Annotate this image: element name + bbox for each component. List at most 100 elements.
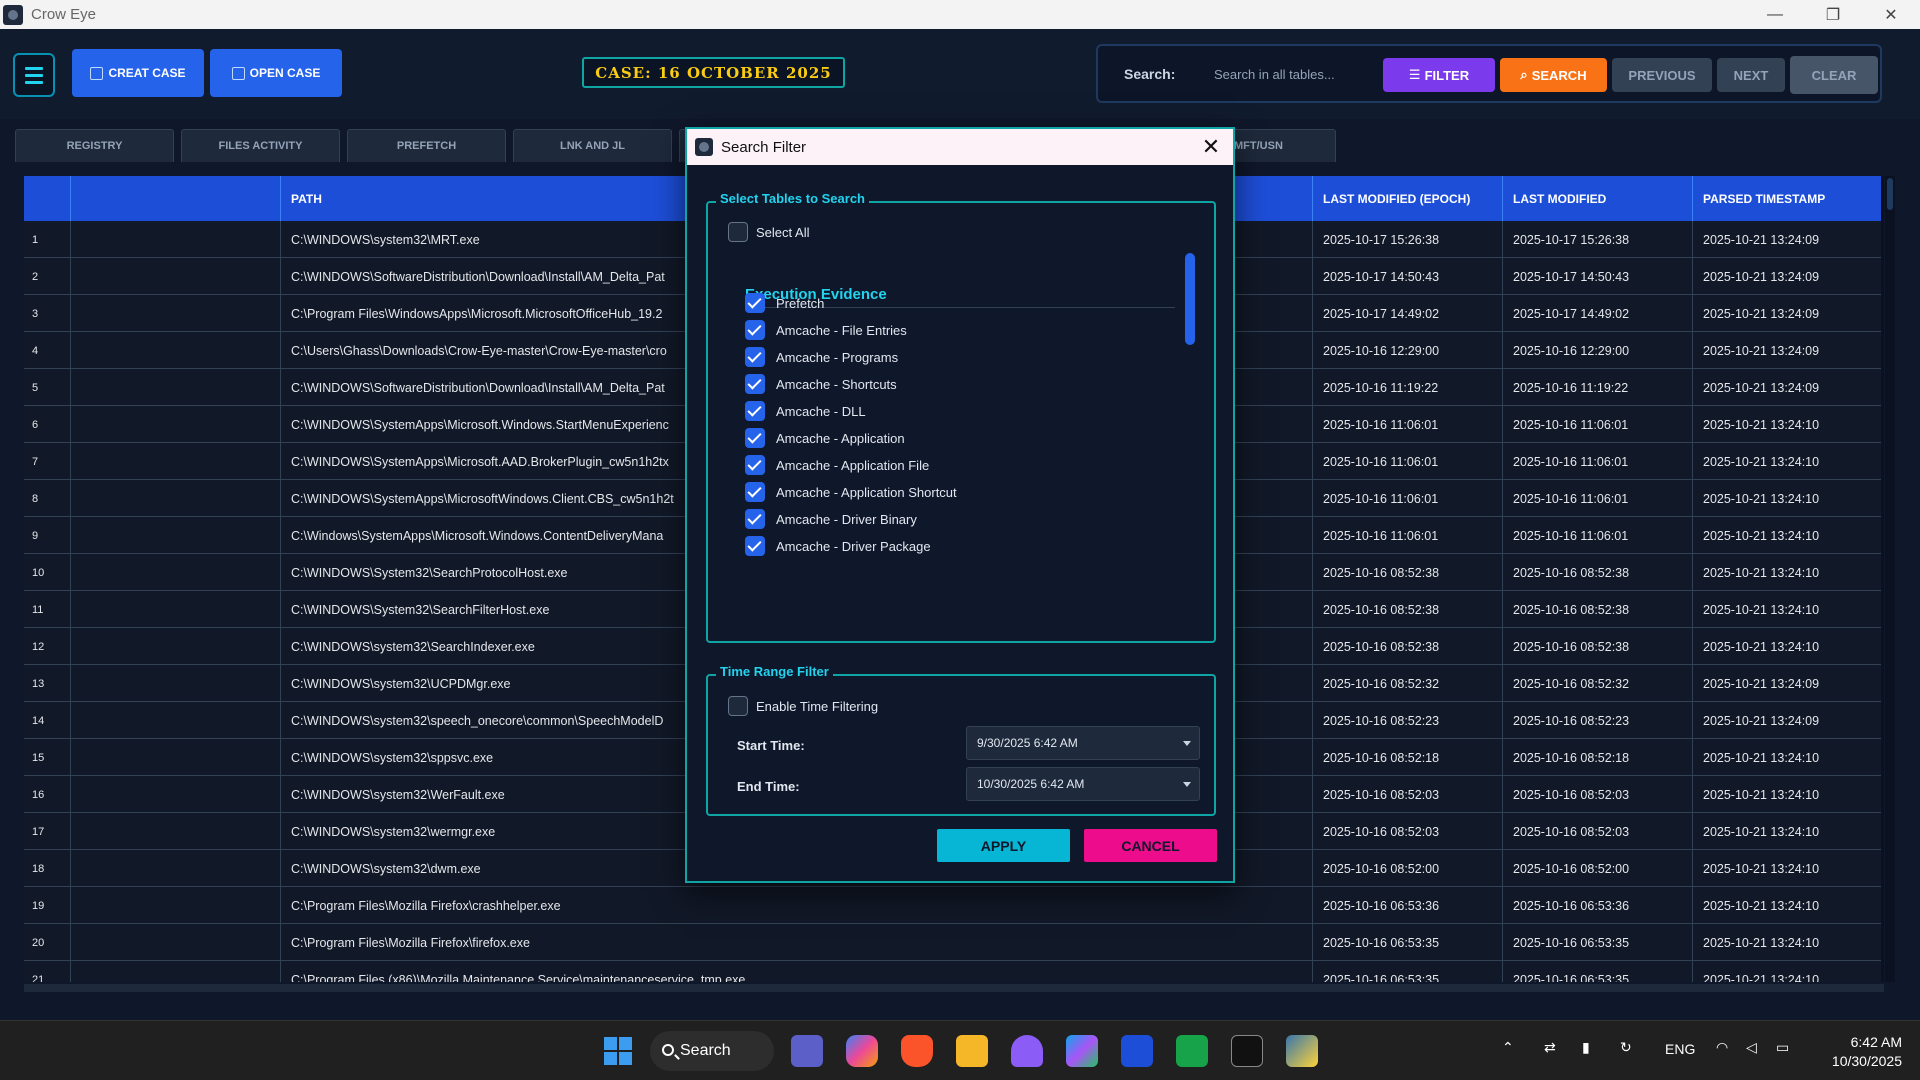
table-row[interactable]: 20 C:\Program Files\Mozilla Firefox\firef…	[24, 924, 1881, 961]
path-cell: C:\Program Files\Mozilla Firefox\firefox…	[280, 924, 1312, 961]
last-modified-cell: 2025-10-16 11:06:01	[1502, 517, 1692, 554]
last-modified-epoch-cell: 2025-10-16 06:53:36	[1312, 887, 1502, 924]
minimize-button[interactable]: —	[1746, 0, 1804, 29]
taskbar-search[interactable]: Search	[650, 1031, 774, 1071]
table-row[interactable]: 21 C:\Program Files (x86)\Mozilla Mainten…	[24, 961, 1881, 982]
table-checkbox-label: Prefetch	[776, 296, 825, 311]
table-checkbox[interactable]	[745, 482, 765, 502]
column-header-parsed-timestamp[interactable]: PARSED TIMESTAMP	[1692, 176, 1881, 221]
enable-time-filtering-checkbox[interactable]	[728, 696, 748, 716]
search-icon: ⌕	[1520, 67, 1528, 82]
table-checkbox[interactable]	[745, 401, 765, 421]
copilot-icon[interactable]	[846, 1035, 878, 1067]
taskbar: Search ⌃ ⇄ ▮ ↻ ENG ◠ ◁ ▭ 6:42 AM 10/30/2…	[0, 1020, 1920, 1080]
table-checkbox[interactable]	[745, 509, 765, 529]
path-cell: C:\Program Files\Mozilla Firefox\crashhe…	[280, 887, 1312, 924]
window-title: Crow Eye	[31, 6, 97, 23]
blank-cell	[70, 332, 280, 369]
teams-icon[interactable]	[791, 1035, 823, 1067]
search-button[interactable]: ⌕ SEARCH	[1500, 58, 1607, 92]
search-filter-dialog: Search Filter ✕ Select Tables to Search …	[685, 127, 1235, 883]
row-index-cell: 18	[32, 862, 45, 875]
blank-cell	[70, 406, 280, 443]
close-window-button[interactable]: ✕	[1862, 0, 1920, 29]
table-vertical-scrollbar[interactable]	[1885, 176, 1895, 982]
table-horizontal-scrollbar[interactable]	[24, 984, 1884, 992]
end-time-label: End Time:	[737, 779, 800, 794]
table-checkbox[interactable]	[745, 455, 765, 475]
table-checkbox[interactable]	[745, 347, 765, 367]
tab-registry[interactable]: REGISTRY	[15, 129, 174, 162]
tab-lnk-and-jl[interactable]: LNK AND JL	[513, 129, 672, 162]
cancel-button[interactable]: CANCEL	[1084, 829, 1217, 862]
meter-icon[interactable]: ▮	[1582, 1039, 1590, 1056]
table-checkbox[interactable]	[745, 536, 765, 556]
obsidian-icon[interactable]	[1011, 1035, 1043, 1067]
chevron-up-icon[interactable]: ⌃	[1502, 1039, 1514, 1056]
row-index-cell: 21	[32, 973, 45, 983]
table-checkbox[interactable]	[745, 428, 765, 448]
parsed-timestamp-cell: 2025-10-21 13:24:10	[1692, 813, 1881, 850]
windows-start-icon[interactable]	[602, 1035, 634, 1067]
path-cell: C:\Program Files (x86)\Mozilla Maintenan…	[280, 961, 1312, 982]
clear-button[interactable]: CLEAR	[1790, 56, 1878, 94]
wifi-icon[interactable]: ◠	[1716, 1039, 1728, 1056]
parsed-timestamp-cell: 2025-10-21 13:24:10	[1692, 443, 1881, 480]
python-icon[interactable]	[1286, 1035, 1318, 1067]
end-time-picker[interactable]: 10/30/2025 6:42 AM	[966, 767, 1200, 801]
battery-icon[interactable]: ▭	[1776, 1039, 1789, 1056]
row-index-cell: 2	[32, 270, 39, 283]
next-button[interactable]: NEXT	[1717, 58, 1785, 92]
create-case-button[interactable]: CREAT CASE	[72, 49, 204, 97]
blank-cell	[70, 369, 280, 406]
search-input[interactable]: Search in all tables...	[1208, 58, 1370, 90]
table-checkbox[interactable]	[745, 320, 765, 340]
column-header-index[interactable]	[24, 176, 70, 221]
row-index-cell: 15	[32, 751, 45, 764]
select-all-checkbox[interactable]	[728, 222, 748, 242]
last-modified-epoch-cell: 2025-10-16 11:06:01	[1312, 517, 1502, 554]
last-modified-cell: 2025-10-16 08:52:38	[1502, 628, 1692, 665]
apply-button[interactable]: APPLY	[937, 829, 1070, 862]
parsed-timestamp-cell: 2025-10-21 13:24:10	[1692, 406, 1881, 443]
parsed-timestamp-cell: 2025-10-21 13:24:09	[1692, 665, 1881, 702]
close-icon[interactable]: ✕	[1197, 133, 1225, 161]
language-indicator[interactable]: ENG	[1665, 1041, 1695, 1057]
select-all-label: Select All	[756, 225, 810, 240]
table-list-scrollbar[interactable]	[1185, 253, 1195, 345]
restore-button[interactable]: ❐	[1804, 0, 1862, 29]
column-header-blank[interactable]	[70, 176, 280, 221]
crow-eye-app-icon	[695, 138, 713, 156]
terminal-green-icon[interactable]	[1176, 1035, 1208, 1067]
volume-icon[interactable]: ◁	[1746, 1039, 1757, 1056]
column-header-last-modified[interactable]: LAST MODIFIED	[1502, 176, 1692, 221]
blank-cell	[70, 443, 280, 480]
start-time-picker[interactable]: 9/30/2025 6:42 AM	[966, 726, 1200, 760]
network-activity-icon[interactable]: ⇄	[1544, 1039, 1556, 1056]
system-clock[interactable]: 6:42 AM 10/30/2025	[1812, 1033, 1902, 1071]
sync-icon[interactable]: ↻	[1620, 1039, 1632, 1056]
parsed-timestamp-cell: 2025-10-21 13:24:09	[1692, 332, 1881, 369]
tab-files-activity[interactable]: FILES ACTIVITY	[181, 129, 340, 162]
table-row[interactable]: 19 C:\Program Files\Mozilla Firefox\crash…	[24, 887, 1881, 924]
row-index-cell: 13	[32, 677, 45, 690]
previous-button[interactable]: PREVIOUS	[1612, 58, 1712, 92]
table-checkbox[interactable]	[745, 293, 765, 313]
menu-icon[interactable]	[13, 53, 55, 97]
last-modified-cell: 2025-10-16 08:52:18	[1502, 739, 1692, 776]
file-explorer-icon[interactable]	[956, 1035, 988, 1067]
terminal-icon[interactable]	[1231, 1035, 1263, 1067]
last-modified-epoch-cell: 2025-10-16 08:52:23	[1312, 702, 1502, 739]
filter-button[interactable]: ☰ FILTER	[1383, 58, 1495, 92]
parsed-timestamp-cell: 2025-10-21 13:24:10	[1692, 517, 1881, 554]
last-modified-cell: 2025-10-16 11:19:22	[1502, 369, 1692, 406]
tab-prefetch[interactable]: PREFETCH	[347, 129, 506, 162]
open-case-button[interactable]: OPEN CASE	[210, 49, 342, 97]
brave-icon[interactable]	[901, 1035, 933, 1067]
m365-icon[interactable]	[1066, 1035, 1098, 1067]
trello-icon[interactable]	[1121, 1035, 1153, 1067]
blank-cell	[70, 517, 280, 554]
column-header-last-modified-epoch[interactable]: LAST MODIFIED (EPOCH)	[1312, 176, 1502, 221]
last-modified-cell: 2025-10-16 08:52:32	[1502, 665, 1692, 702]
table-checkbox[interactable]	[745, 374, 765, 394]
